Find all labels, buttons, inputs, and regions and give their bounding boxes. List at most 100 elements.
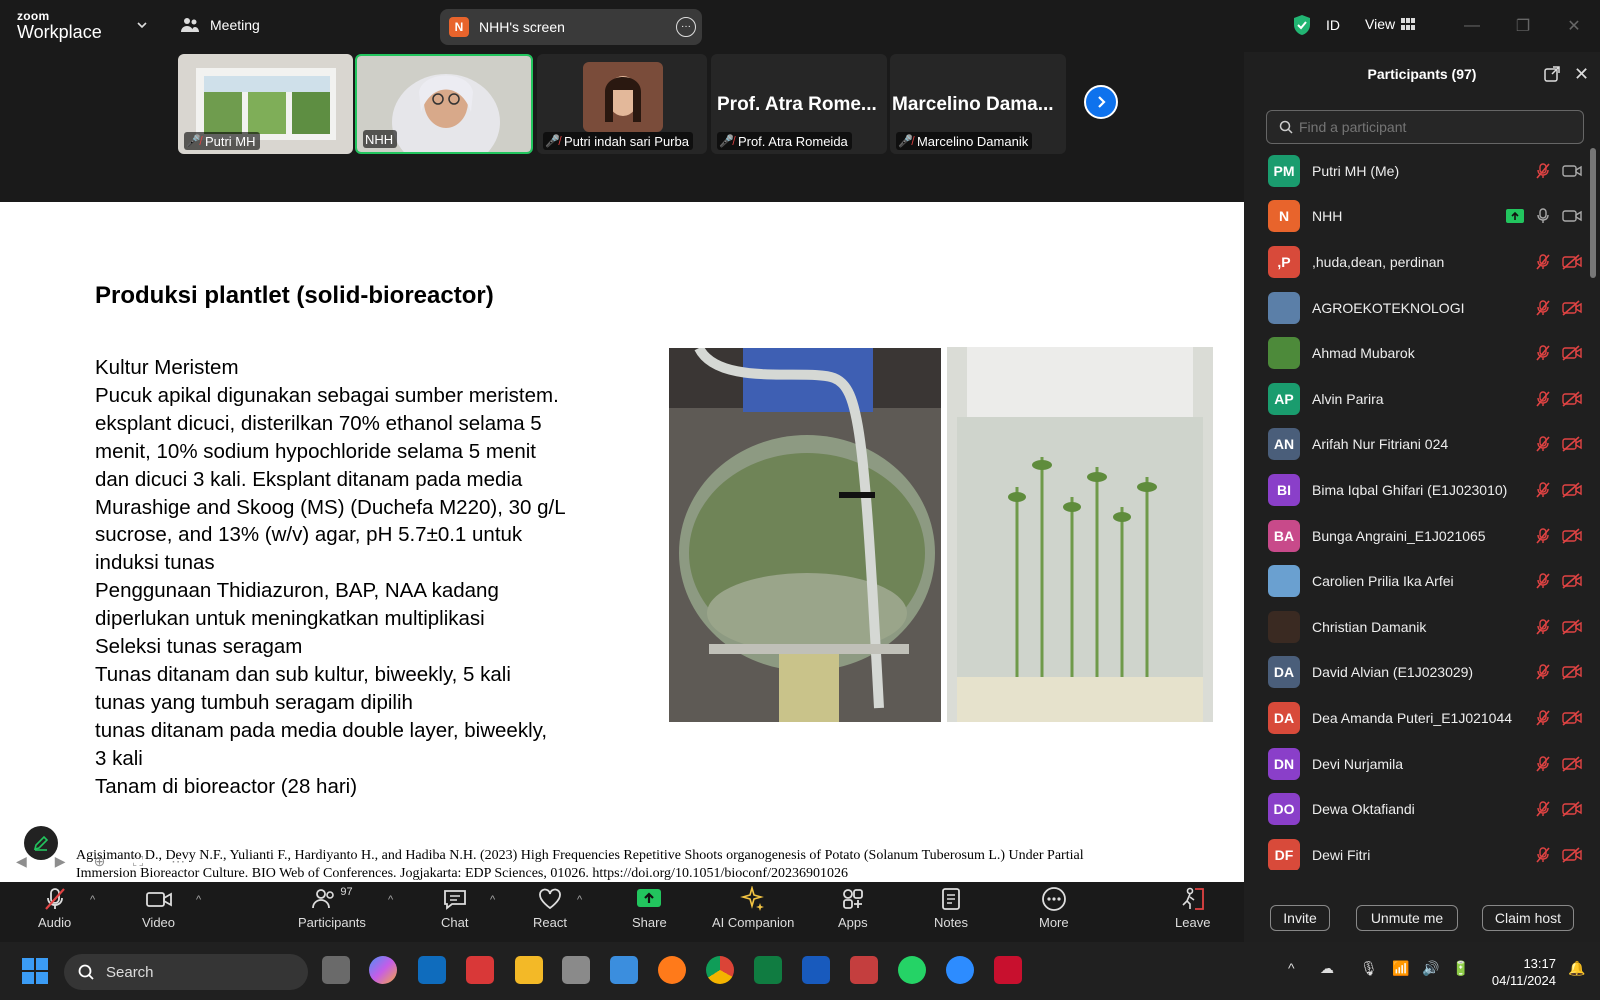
outlook-icon[interactable] — [418, 956, 446, 984]
participant-search-input[interactable] — [1299, 119, 1559, 135]
close-window-icon[interactable]: ✕ — [1562, 14, 1586, 38]
participant-row[interactable]: DO Dewa Oktafiandi — [1268, 786, 1584, 832]
excel-icon[interactable] — [754, 956, 782, 984]
minimize-window-icon[interactable]: — — [1460, 14, 1484, 38]
notepad-icon[interactable] — [610, 956, 638, 984]
microphone-icon[interactable] — [1534, 207, 1552, 225]
muted-mic-icon[interactable] — [1534, 618, 1552, 636]
video-tile-prof-atra[interactable]: Prof. Atra Rome... 🎤̸ Prof. Atra Romeida — [711, 54, 887, 154]
video-off-icon[interactable] — [1562, 345, 1582, 361]
participant-row[interactable]: PM Putri MH (Me) — [1268, 148, 1584, 194]
video-off-icon[interactable] — [1562, 436, 1582, 452]
fit-slide-icon[interactable]: ⛶ — [133, 853, 143, 870]
notification-bell-icon[interactable]: 🔔 — [1568, 960, 1585, 977]
word-icon[interactable] — [802, 956, 830, 984]
view-button[interactable]: View — [1365, 16, 1416, 32]
whatsapp-icon[interactable] — [898, 956, 926, 984]
participant-row[interactable]: AP Alvin Parira — [1268, 376, 1584, 422]
leave-button[interactable]: Leave — [1175, 886, 1210, 930]
video-off-icon[interactable] — [1562, 527, 1582, 544]
react-button[interactable]: React — [533, 886, 567, 930]
participant-row[interactable]: AGROEKOTEKNOLOGI — [1268, 285, 1584, 331]
participant-list-scrollbar[interactable] — [1590, 148, 1596, 278]
shared-screen-indicator[interactable]: N NHH's screen ··· — [440, 9, 702, 45]
volume-icon[interactable]: 🔊 — [1422, 960, 1439, 977]
zoom-slide-icon[interactable]: ⊕ — [94, 853, 106, 870]
shared-screen-content[interactable]: Produksi plantlet (solid-bioreactor) Kul… — [0, 202, 1244, 882]
windows-start-icon[interactable] — [22, 958, 48, 984]
participant-row[interactable]: BI Bima Iqbal Ghifari (E1J023010) — [1268, 467, 1584, 513]
taskbar-search[interactable]: Search — [64, 954, 308, 990]
unmute-me-button[interactable]: Unmute me — [1356, 905, 1458, 931]
video-camera-icon[interactable] — [1562, 208, 1582, 224]
copilot-icon[interactable] — [369, 956, 397, 984]
prev-slide-icon[interactable]: ◀ — [16, 853, 27, 870]
claim-host-button[interactable]: Claim host — [1482, 905, 1574, 931]
participant-row[interactable]: ,P ,huda,dean, perdinan — [1268, 239, 1584, 285]
share-button[interactable]: Share — [632, 886, 667, 930]
video-off-icon[interactable] — [1562, 573, 1582, 589]
tray-overflow-chevron-icon[interactable]: ^ — [1288, 960, 1295, 976]
muted-mic-icon[interactable] — [1534, 709, 1552, 727]
firefox-icon[interactable] — [658, 956, 686, 984]
notes-button[interactable]: Notes — [934, 886, 968, 930]
file-explorer-icon[interactable] — [515, 956, 543, 984]
video-options-caret-icon[interactable]: ^ — [196, 894, 201, 906]
video-tile-putri-mh[interactable]: 🎤̸ Putri MH — [178, 54, 353, 154]
ai-companion-button[interactable]: AI Companion — [712, 886, 794, 930]
meeting-menu[interactable]: Meeting — [180, 16, 260, 34]
participant-row[interactable]: DF Dewi Fitri — [1268, 832, 1584, 870]
video-camera-icon[interactable] — [1562, 163, 1582, 179]
chat-button[interactable]: Chat — [441, 886, 468, 930]
muted-mic-icon[interactable] — [1534, 253, 1552, 271]
annotate-pen-button[interactable] — [24, 826, 58, 860]
participant-row[interactable]: DA Dea Amanda Puteri_E1J021044 — [1268, 695, 1584, 741]
video-off-icon[interactable] — [1562, 847, 1582, 863]
participant-row[interactable]: DN Devi Nurjamila — [1268, 741, 1584, 787]
muted-mic-icon[interactable] — [1534, 846, 1552, 864]
muted-mic-icon[interactable] — [1534, 572, 1552, 590]
audio-button[interactable]: Audio — [38, 886, 71, 930]
chrome-icon[interactable] — [706, 956, 734, 984]
pdf-editor-icon[interactable] — [466, 956, 494, 984]
battery-icon[interactable]: 🔋 — [1452, 960, 1469, 977]
participant-row[interactable]: DA David Alvian (E1J023029) — [1268, 650, 1584, 696]
muted-mic-icon[interactable] — [1534, 527, 1552, 545]
video-off-icon[interactable] — [1562, 391, 1582, 407]
participant-search[interactable] — [1266, 110, 1584, 144]
muted-mic-icon[interactable] — [1534, 344, 1552, 362]
participant-row[interactable]: AN Arifah Nur Fitriani 024 — [1268, 422, 1584, 468]
react-options-caret-icon[interactable]: ^ — [577, 894, 582, 906]
slide-options-icon[interactable]: ⋯ — [171, 853, 185, 870]
video-off-icon[interactable] — [1562, 801, 1582, 817]
chevron-down-icon[interactable] — [135, 18, 149, 32]
muted-mic-icon[interactable] — [1534, 435, 1552, 453]
video-tile-putri-indah[interactable]: 🎤̸ Putri indah sari Purba — [537, 54, 707, 154]
video-off-icon[interactable] — [1562, 482, 1582, 498]
participant-row[interactable]: Christian Damanik — [1268, 604, 1584, 650]
participant-list[interactable]: PM Putri MH (Me) N NHH ,P ,huda,dean, perdina… — [1244, 148, 1584, 870]
microphone-tray-icon[interactable]: 🎙 — [1360, 960, 1378, 977]
participants-options-caret-icon[interactable]: ^ — [388, 894, 393, 906]
pop-out-icon[interactable] — [1544, 66, 1560, 82]
maximize-window-icon[interactable]: ❐ — [1511, 14, 1535, 38]
next-page-button[interactable] — [1084, 85, 1118, 119]
next-slide-icon[interactable]: ▶ — [55, 853, 66, 870]
acrobat-icon[interactable] — [994, 956, 1022, 984]
muted-mic-icon[interactable] — [1534, 755, 1552, 773]
video-off-icon[interactable] — [1562, 299, 1582, 316]
meeting-id-button[interactable]: ID — [1326, 17, 1340, 33]
muted-mic-icon[interactable] — [1534, 800, 1552, 818]
more-options-icon[interactable]: ··· — [676, 17, 696, 37]
muted-mic-icon[interactable] — [1534, 162, 1552, 180]
task-view-icon[interactable] — [322, 956, 350, 984]
participant-row[interactable]: N NHH — [1268, 194, 1584, 240]
snipping-tool-icon[interactable] — [850, 956, 878, 984]
video-off-icon[interactable] — [1562, 755, 1582, 772]
close-panel-icon[interactable]: ✕ — [1574, 64, 1589, 85]
muted-mic-icon[interactable] — [1534, 481, 1552, 499]
invite-button[interactable]: Invite — [1270, 905, 1330, 931]
onedrive-cloud-icon[interactable]: ☁ — [1320, 960, 1334, 977]
participant-row[interactable]: Carolien Prilia Ika Arfei — [1268, 558, 1584, 604]
more-button[interactable]: More — [1039, 886, 1069, 930]
